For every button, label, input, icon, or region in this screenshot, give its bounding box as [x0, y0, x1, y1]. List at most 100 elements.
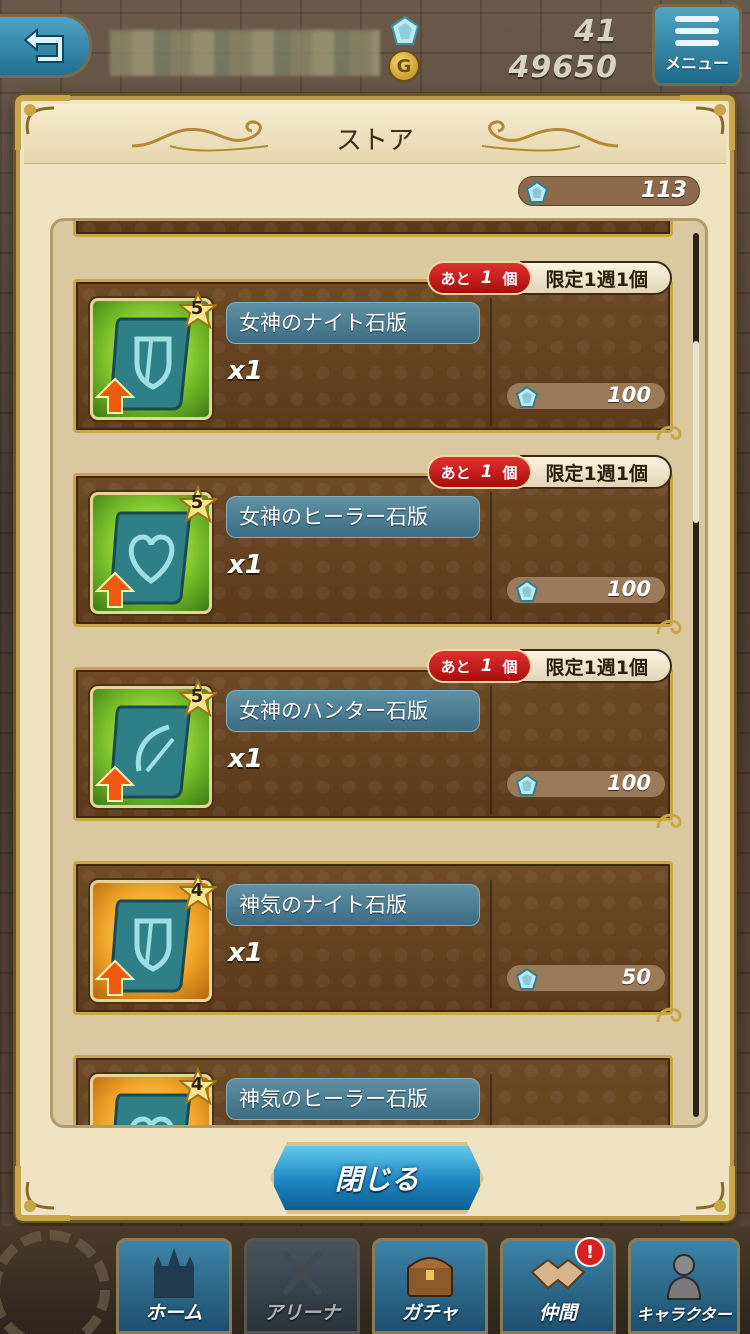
store-item-card[interactable]: 4 神気のナイト石版 x1 50 — [73, 861, 682, 1023]
treasure-chest-icon — [407, 1257, 453, 1297]
close-button[interactable]: 閉じる — [270, 1142, 484, 1214]
limit-label: 限定1週1個 — [519, 261, 672, 295]
corner-ornament-icon — [680, 1166, 735, 1221]
upgrade-arrow-icon — [95, 959, 135, 996]
gold-coin-icon: G — [388, 50, 420, 82]
remaining-suffix: 個 — [502, 269, 518, 288]
nav-gacha[interactable]: ガチャ — [372, 1238, 488, 1334]
corner-ornament-icon — [15, 1166, 70, 1221]
gem-balance-value: 113 — [641, 178, 687, 203]
item-price: 100 — [607, 577, 651, 601]
gem-icon — [515, 385, 539, 408]
top-bar: 41 G 49650 メニュー — [0, 0, 750, 100]
upgrade-arrow-icon — [95, 571, 135, 608]
rarity-number: 5 — [190, 686, 204, 707]
dialog-title: ストア — [335, 126, 414, 156]
purchase-limit-tag: あと 1 個 限定1週1個 — [426, 260, 672, 296]
menu-button[interactable]: メニュー — [652, 4, 742, 86]
item-price: 100 — [607, 771, 651, 795]
item-list[interactable]: あと 1 個 限定1週1個 5 女神のナイト石版 x1 100 あと 1 個 限… — [69, 221, 689, 1125]
back-button[interactable] — [0, 14, 92, 78]
corner-ornament-icon — [15, 95, 70, 150]
remaining-badge: あと 1 個 — [426, 649, 532, 683]
item-icon: 5 — [90, 485, 217, 614]
item-name: 神気のナイト石版 — [226, 884, 480, 926]
gem-counter: 41 — [388, 14, 618, 49]
item-icon: 5 — [90, 679, 217, 808]
nav-label: キャラクター — [636, 1305, 732, 1324]
store-item-card[interactable]: 4 神気のヒーラー石版 — [73, 1055, 673, 1125]
nav-label: ガチャ — [401, 1302, 459, 1324]
nav-arena[interactable]: アリーナ — [244, 1238, 360, 1334]
gold-counter: G 49650 — [388, 49, 618, 85]
item-name: 女神のハンター石版 — [226, 690, 480, 732]
knight-icon — [666, 1254, 702, 1300]
item-name: 女神のナイト石版 — [226, 302, 480, 344]
scroll-curl-icon — [656, 813, 682, 829]
remaining-suffix: 個 — [502, 657, 518, 676]
card-divider — [490, 880, 492, 1008]
gem-balance: 113 — [518, 176, 700, 206]
item-name: 神気のヒーラー石版 — [226, 1078, 480, 1120]
nav-allies[interactable]: 仲間 ! — [500, 1237, 616, 1334]
dialog-header: ストア — [24, 104, 726, 164]
store-dialog: ストア 113 あと 1 個 限定1週1個 5 女神のナイト石版 x1 100 … — [15, 95, 735, 1221]
menu-label: メニュー — [664, 54, 729, 73]
rarity-number: 4 — [190, 880, 204, 901]
item-icon: 4 — [90, 1067, 217, 1125]
remaining-count: 1 — [480, 462, 493, 482]
purchase-limit-tag: あと 1 個 限定1週1個 — [426, 454, 672, 490]
item-icon: 4 — [90, 873, 217, 1002]
limit-label: 限定1週1個 — [519, 649, 672, 683]
gem-icon — [515, 967, 539, 990]
castle-icon — [154, 1248, 194, 1298]
upgrade-arrow-icon — [95, 377, 135, 414]
gem-icon — [390, 15, 420, 45]
buy-price-button[interactable]: 100 — [506, 382, 666, 410]
buy-price-button[interactable]: 50 — [506, 964, 666, 992]
rarity-number: 5 — [190, 492, 204, 513]
scrollbar[interactable] — [693, 233, 699, 1117]
item-price: 100 — [607, 383, 651, 407]
item-name: 女神のヒーラー石版 — [226, 496, 480, 538]
nav-label: ホーム — [145, 1302, 203, 1324]
item-quantity: x1 — [228, 744, 263, 774]
item-card-previous — [73, 221, 673, 237]
store-item-card[interactable]: あと 1 個 限定1週1個 5 — [73, 261, 682, 441]
store-item-card[interactable]: あと 1 個 限定1週1個 5 — [73, 455, 682, 635]
item-list-frame: あと 1 個 限定1週1個 5 女神のナイト石版 x1 100 あと 1 個 限… — [50, 218, 708, 1128]
gem-icon — [515, 773, 539, 796]
remaining-badge: あと 1 個 — [426, 261, 532, 295]
upgrade-arrow-icon — [95, 765, 135, 802]
hamburger-icon — [675, 16, 719, 46]
corner-ornament-icon — [680, 95, 735, 150]
buy-price-button[interactable]: 100 — [506, 576, 666, 604]
scrollbar-thumb[interactable] — [693, 341, 699, 523]
gem-icon — [515, 579, 539, 602]
item-quantity: x1 — [228, 938, 263, 968]
remaining-prefix: あと — [440, 463, 471, 482]
remaining-count: 1 — [480, 656, 493, 676]
player-name-blurred — [110, 30, 380, 76]
remaining-count: 1 — [480, 268, 493, 288]
gold-count: 49650 — [508, 49, 618, 85]
back-arrow-icon — [22, 28, 64, 63]
flourish-ornament-icon — [481, 120, 619, 152]
card-divider — [490, 298, 492, 426]
nav-home[interactable]: ホーム — [116, 1238, 232, 1334]
item-quantity: x1 — [228, 356, 263, 386]
card-divider — [490, 1074, 492, 1125]
remaining-prefix: あと — [440, 269, 471, 288]
rarity-number: 5 — [190, 298, 204, 319]
item-price: 50 — [621, 965, 651, 989]
scroll-curl-icon — [656, 619, 682, 635]
limit-label: 限定1週1個 — [519, 455, 672, 489]
buy-price-button[interactable]: 100 — [506, 770, 666, 798]
nav-character[interactable]: キャラクター — [628, 1238, 740, 1334]
store-item-card[interactable]: あと 1 個 限定1週1個 5 — [73, 649, 682, 829]
remaining-suffix: 個 — [502, 463, 518, 482]
remaining-badge: あと 1 個 — [426, 455, 532, 489]
nav-label: 仲間 — [538, 1302, 577, 1324]
item-icon: 5 — [90, 291, 217, 420]
rarity-number: 4 — [190, 1074, 204, 1095]
